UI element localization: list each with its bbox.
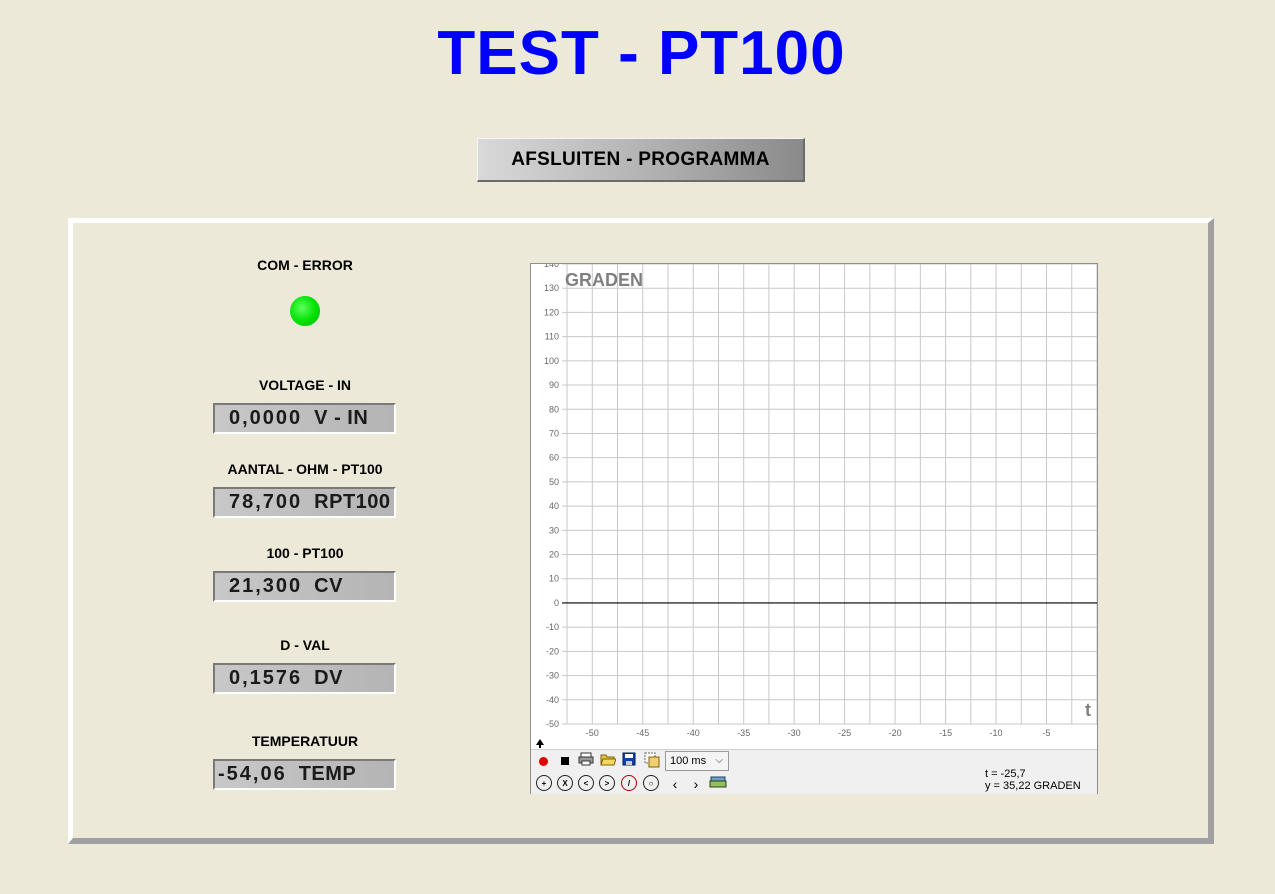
d-val-label: D - VAL (280, 637, 330, 653)
x-tick-label: -5 (1043, 728, 1051, 738)
x-tick-label: -15 (939, 728, 952, 738)
x-tick-label: -10 (990, 728, 1003, 738)
ohm-pt100-label: AANTAL - OHM - PT100 (227, 461, 383, 477)
cv-pt100-unit: CV (314, 575, 343, 597)
voltage-in-display: 0,0000 V - IN (213, 403, 396, 434)
settings-icon[interactable] (709, 774, 727, 792)
y-tick-label: 130 (544, 283, 559, 293)
print-icon[interactable] (578, 752, 596, 770)
temperatuur-label: TEMPERATUUR (251, 733, 359, 749)
y-tick-label: 110 (545, 332, 559, 342)
d-val-display: 0,1576 DV (213, 663, 396, 694)
zoom-fit-icon[interactable]: + (536, 775, 552, 791)
y-tick-label: 50 (549, 477, 559, 487)
y-tick-label: 10 (549, 574, 559, 584)
plot-area[interactable] (562, 264, 1097, 724)
x-axis-label: t (1085, 700, 1091, 720)
y-tick-label: 90 (549, 380, 559, 390)
d-val-value: 0,1576 (229, 667, 303, 689)
voltage-in-label: VOLTAGE - IN (258, 377, 352, 393)
pan-right-icon[interactable]: › (687, 775, 705, 793)
save-icon[interactable] (622, 752, 640, 770)
graph-panel[interactable]: 140 130 120 110 100 90 80 70 60 50 40 30 20 10 0 -10 -20… (530, 263, 1098, 794)
temperatuur-unit: TEMP (298, 763, 357, 785)
voltage-in-unit: V - IN (314, 407, 369, 429)
x-tick-label: -25 (838, 728, 851, 738)
stop-icon[interactable] (556, 752, 574, 770)
x-tick-label: -30 (788, 728, 801, 738)
zoom-in-icon[interactable]: < (578, 775, 594, 791)
exit-program-button[interactable]: AFSLUITEN - PROGRAMMA (477, 138, 805, 182)
cv-pt100-display: 21,300 CV (213, 571, 396, 602)
y-tick-label: 60 (549, 453, 559, 463)
x-tick-label: -35 (737, 728, 750, 738)
chart-title: GRADEN (565, 270, 643, 290)
y-tick-label: 140 (544, 264, 559, 269)
interval-select[interactable]: 100 ms ⌵ (665, 751, 729, 771)
pan-left-icon[interactable]: ‹ (666, 775, 684, 793)
y-tick-label: -10 (546, 622, 559, 632)
x-tick-label: -40 (687, 728, 700, 738)
interval-value: 100 ms (670, 755, 707, 767)
zoom-reset-icon[interactable]: ○ (643, 775, 659, 791)
y-tick-label: 20 (549, 550, 559, 560)
ohm-pt100-unit: RPT100 (314, 491, 391, 513)
cursor-t-readout: t = -25,7 (985, 768, 1026, 780)
y-tick-label: -20 (546, 646, 559, 656)
cursor-y-readout: y = 35,22 GRADEN (985, 780, 1081, 792)
d-val-unit: DV (314, 667, 343, 689)
zoom-x-icon[interactable]: X (557, 775, 573, 791)
x-tick-label: -45 (636, 728, 649, 738)
cv-pt100-value: 21,300 (229, 575, 303, 597)
y-tick-label: 70 (549, 428, 559, 438)
y-tick-label: 30 (549, 525, 559, 535)
zoom-x-in-icon[interactable]: > (599, 775, 615, 791)
arrow-up-icon[interactable] (536, 739, 544, 748)
com-error-label: COM - ERROR (257, 257, 353, 273)
copy-icon[interactable] (644, 752, 662, 770)
y-tick-label: -40 (546, 695, 559, 705)
chart-toolbar: 100 ms ⌵ + X < > / ○ ‹ › t = -25,7 y = 3… (531, 749, 1097, 794)
voltage-in-value: 0,0000 (229, 407, 303, 429)
page-title: TEST - PT100 (437, 19, 846, 88)
record-icon[interactable] (534, 752, 552, 770)
chart-plot[interactable]: 1401301201101009080706050403020100-10-20… (531, 264, 1097, 749)
chevron-down-icon[interactable]: ⌵ (715, 755, 723, 766)
zoom-out-icon[interactable]: / (621, 775, 637, 791)
x-tick-label: -20 (889, 728, 902, 738)
y-tick-label: 0 (554, 598, 559, 608)
y-tick-label: 40 (549, 501, 559, 511)
y-tick-label: -30 (546, 671, 559, 681)
ohm-pt100-value: 78,700 (229, 491, 303, 513)
open-folder-icon[interactable] (600, 752, 618, 770)
ohm-pt100-display: 78,700 RPT100 (213, 487, 396, 518)
y-tick-label: 100 (544, 356, 559, 366)
y-tick-label: -50 (546, 719, 559, 729)
x-tick-label: -50 (586, 728, 599, 738)
y-tick-label: 80 (549, 404, 559, 414)
temperatuur-display: -54,06 TEMP (213, 759, 396, 790)
cv-pt100-label: 100 - PT100 (266, 545, 344, 561)
temperatuur-value: -54,06 (218, 763, 287, 785)
com-status-led (290, 296, 320, 326)
y-tick-label: 120 (544, 307, 559, 317)
